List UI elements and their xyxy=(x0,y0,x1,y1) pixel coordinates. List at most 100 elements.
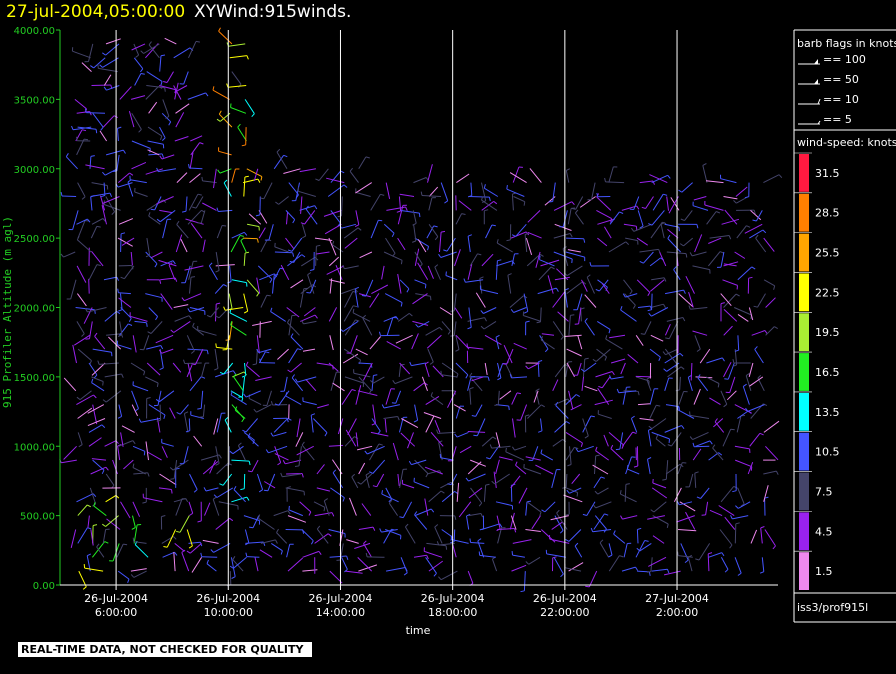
wind-barb xyxy=(397,473,400,486)
wind-barb xyxy=(202,404,206,417)
wind-barb-feather xyxy=(327,533,332,537)
wind-barb xyxy=(201,362,206,378)
wind-barb-feather xyxy=(625,241,630,245)
wind-barb xyxy=(326,265,345,275)
wind-barb xyxy=(763,470,777,475)
wind-barb-feather xyxy=(677,551,679,556)
wind-barb-feather xyxy=(641,206,646,209)
wind-barb xyxy=(663,570,681,576)
wind-barb xyxy=(594,515,607,530)
wind-barb xyxy=(623,223,637,227)
wind-barb-feather xyxy=(156,382,159,387)
wind-barb xyxy=(532,446,539,461)
wind-barb-feather xyxy=(238,396,243,398)
wind-barb xyxy=(358,564,378,572)
wind-barb xyxy=(496,260,513,267)
wind-barb-feather xyxy=(118,309,123,312)
legend-panel: barb flags in knots == 100== 50== 10== 5… xyxy=(793,29,896,623)
wind-barb xyxy=(285,395,302,406)
wind-barb xyxy=(179,404,189,415)
wind-barb-feather xyxy=(132,440,136,445)
wind-barb xyxy=(145,376,159,384)
wind-barb xyxy=(273,155,285,170)
wind-barb xyxy=(428,560,443,572)
wind-barb-feather xyxy=(663,368,667,372)
wind-barb-feather xyxy=(412,240,417,243)
wind-barb-feather xyxy=(357,481,362,485)
wind-barb xyxy=(216,346,233,350)
wind-barb xyxy=(627,468,640,475)
wind-barb-feather xyxy=(363,540,367,544)
wind-barb-feather xyxy=(454,433,458,438)
wind-barb xyxy=(635,375,652,378)
wind-barb xyxy=(636,529,639,544)
wind-barb xyxy=(63,377,77,392)
wind-barb xyxy=(330,487,345,499)
wind-barb-feather xyxy=(286,318,290,323)
wind-barb xyxy=(245,365,260,378)
wind-barb xyxy=(99,130,108,142)
wind-barb xyxy=(413,177,427,184)
wind-barb-feather xyxy=(251,113,255,118)
wind-barb xyxy=(518,487,528,504)
wind-barb xyxy=(649,348,661,358)
x-tick-time: 22:00:00 xyxy=(540,606,589,619)
wind-barb-feather xyxy=(270,432,274,437)
wind-barb-feather xyxy=(201,176,203,181)
wind-barb xyxy=(765,297,776,308)
wind-barb xyxy=(316,251,330,255)
wind-barb xyxy=(189,473,198,490)
wind-barb xyxy=(252,320,272,326)
wind-barb xyxy=(454,307,463,319)
wind-barb-feather xyxy=(484,209,489,212)
wind-barb-feather xyxy=(140,73,145,75)
wind-barb xyxy=(268,224,274,241)
wind-barb xyxy=(228,293,233,309)
wind-barb-feather xyxy=(206,350,209,355)
wind-barb-feather xyxy=(172,260,176,265)
wind-barb xyxy=(511,564,527,572)
wind-barb-feather xyxy=(208,262,213,267)
wind-barb-feather xyxy=(128,323,133,326)
wind-barb-feather xyxy=(477,253,482,256)
wind-barb xyxy=(184,293,202,302)
wind-barb xyxy=(525,529,541,532)
wind-barb-feather xyxy=(673,266,677,270)
wind-barb-feather xyxy=(666,523,669,529)
wind-barb xyxy=(562,210,568,227)
wind-barb xyxy=(341,557,348,570)
wind-barb xyxy=(219,168,232,174)
wind-barb xyxy=(272,275,275,294)
wind-barb-feather xyxy=(60,253,64,258)
wind-barb-feather xyxy=(582,513,587,516)
wind-barb xyxy=(453,321,457,336)
wind-barb-feather xyxy=(212,86,215,91)
wind-barb-feather xyxy=(244,251,250,254)
wind-barb-feather xyxy=(81,333,85,337)
color-scale-label: 22.5 xyxy=(815,286,840,299)
wind-barb xyxy=(296,445,314,456)
wind-barb xyxy=(247,223,260,227)
wind-barb xyxy=(720,178,737,184)
wind-barb xyxy=(568,529,582,542)
wind-barb-feather xyxy=(243,393,247,398)
wind-barb-feather xyxy=(708,552,713,555)
wind-barb xyxy=(168,264,176,280)
wind-barb-feather xyxy=(391,232,395,238)
wind-barb-feather xyxy=(427,246,430,251)
wind-barb-feather xyxy=(210,549,214,553)
wind-barb xyxy=(77,527,88,544)
wind-barb xyxy=(372,376,385,384)
wind-barb xyxy=(692,448,702,461)
wind-barb-feather xyxy=(611,371,615,376)
wind-barb xyxy=(524,234,528,253)
wind-barb-feather xyxy=(100,126,104,131)
wind-barb-feather xyxy=(147,472,150,477)
wind-barb-feather xyxy=(357,227,362,231)
wind-barb xyxy=(664,425,682,433)
wind-barb xyxy=(202,539,219,544)
wind-barb-feather xyxy=(170,478,175,480)
wind-barb xyxy=(233,376,244,392)
wind-barb-feather xyxy=(525,414,530,417)
wind-barb xyxy=(229,571,232,585)
